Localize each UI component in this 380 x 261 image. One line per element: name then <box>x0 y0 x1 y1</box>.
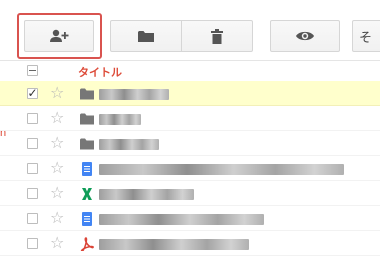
file-name-redacted[interactable] <box>99 139 159 150</box>
folder-icon <box>80 88 94 100</box>
file-row[interactable]: ☆ <box>0 156 380 181</box>
file-name-redacted[interactable] <box>99 89 169 100</box>
select-all-checkbox[interactable] <box>27 65 38 76</box>
indeterminate-mark <box>29 70 36 71</box>
row-checkbox[interactable] <box>27 213 38 224</box>
star-icon[interactable]: ☆ <box>50 158 64 178</box>
folder-icon <box>138 30 154 42</box>
star-icon[interactable]: ☆ <box>50 183 64 203</box>
file-name-redacted[interactable] <box>99 214 264 225</box>
folder-icon <box>80 113 94 125</box>
delete-button[interactable] <box>181 20 253 52</box>
share-button[interactable] <box>24 20 94 52</box>
eye-icon <box>296 31 314 41</box>
row-checkbox[interactable] <box>27 238 38 249</box>
title-column-header[interactable]: タイトル <box>78 64 122 80</box>
file-row[interactable]: ☆ <box>0 231 380 256</box>
star-icon[interactable]: ☆ <box>50 108 64 128</box>
file-name-redacted[interactable] <box>99 189 194 200</box>
row-checkbox[interactable] <box>27 138 38 149</box>
star-icon[interactable]: ☆ <box>50 133 64 153</box>
file-name-redacted[interactable] <box>99 239 249 250</box>
more-button[interactable]: そ <box>352 20 380 52</box>
file-name-redacted[interactable] <box>99 164 344 175</box>
star-icon[interactable]: ☆ <box>50 208 64 228</box>
row-checkbox[interactable] <box>27 113 38 124</box>
file-name-redacted[interactable] <box>99 114 141 125</box>
file-row[interactable]: ☆ <box>0 106 380 131</box>
check-mark-icon: ✓ <box>27 85 38 100</box>
row-checkbox[interactable]: ✓ <box>27 85 38 100</box>
file-row[interactable]: ☆ <box>0 181 380 206</box>
list-header: タイトル <box>0 61 380 81</box>
row-checkbox[interactable] <box>27 163 38 174</box>
file-row[interactable]: ✓ ☆ <box>0 81 380 106</box>
trash-icon <box>211 28 223 44</box>
row-checkbox[interactable] <box>27 188 38 199</box>
star-icon[interactable]: ☆ <box>50 83 64 103</box>
star-icon[interactable]: ☆ <box>50 233 64 253</box>
google-doc-icon <box>82 212 92 226</box>
toolbar: そ <box>0 0 380 60</box>
spreadsheet-icon <box>82 188 92 200</box>
folder-icon <box>80 138 94 150</box>
move-to-folder-button[interactable] <box>110 20 182 52</box>
google-doc-icon <box>82 162 92 176</box>
file-row[interactable]: ☆ <box>0 206 380 231</box>
file-list: タイトル ✓ ☆ ☆ ☆ ☆ ☆ ☆ ☆ <box>0 61 380 256</box>
file-row[interactable]: ☆ <box>0 131 380 156</box>
pdf-icon <box>80 237 94 251</box>
person-add-icon <box>50 29 69 42</box>
preview-button[interactable] <box>270 20 340 52</box>
more-button-label: そ <box>359 29 373 45</box>
